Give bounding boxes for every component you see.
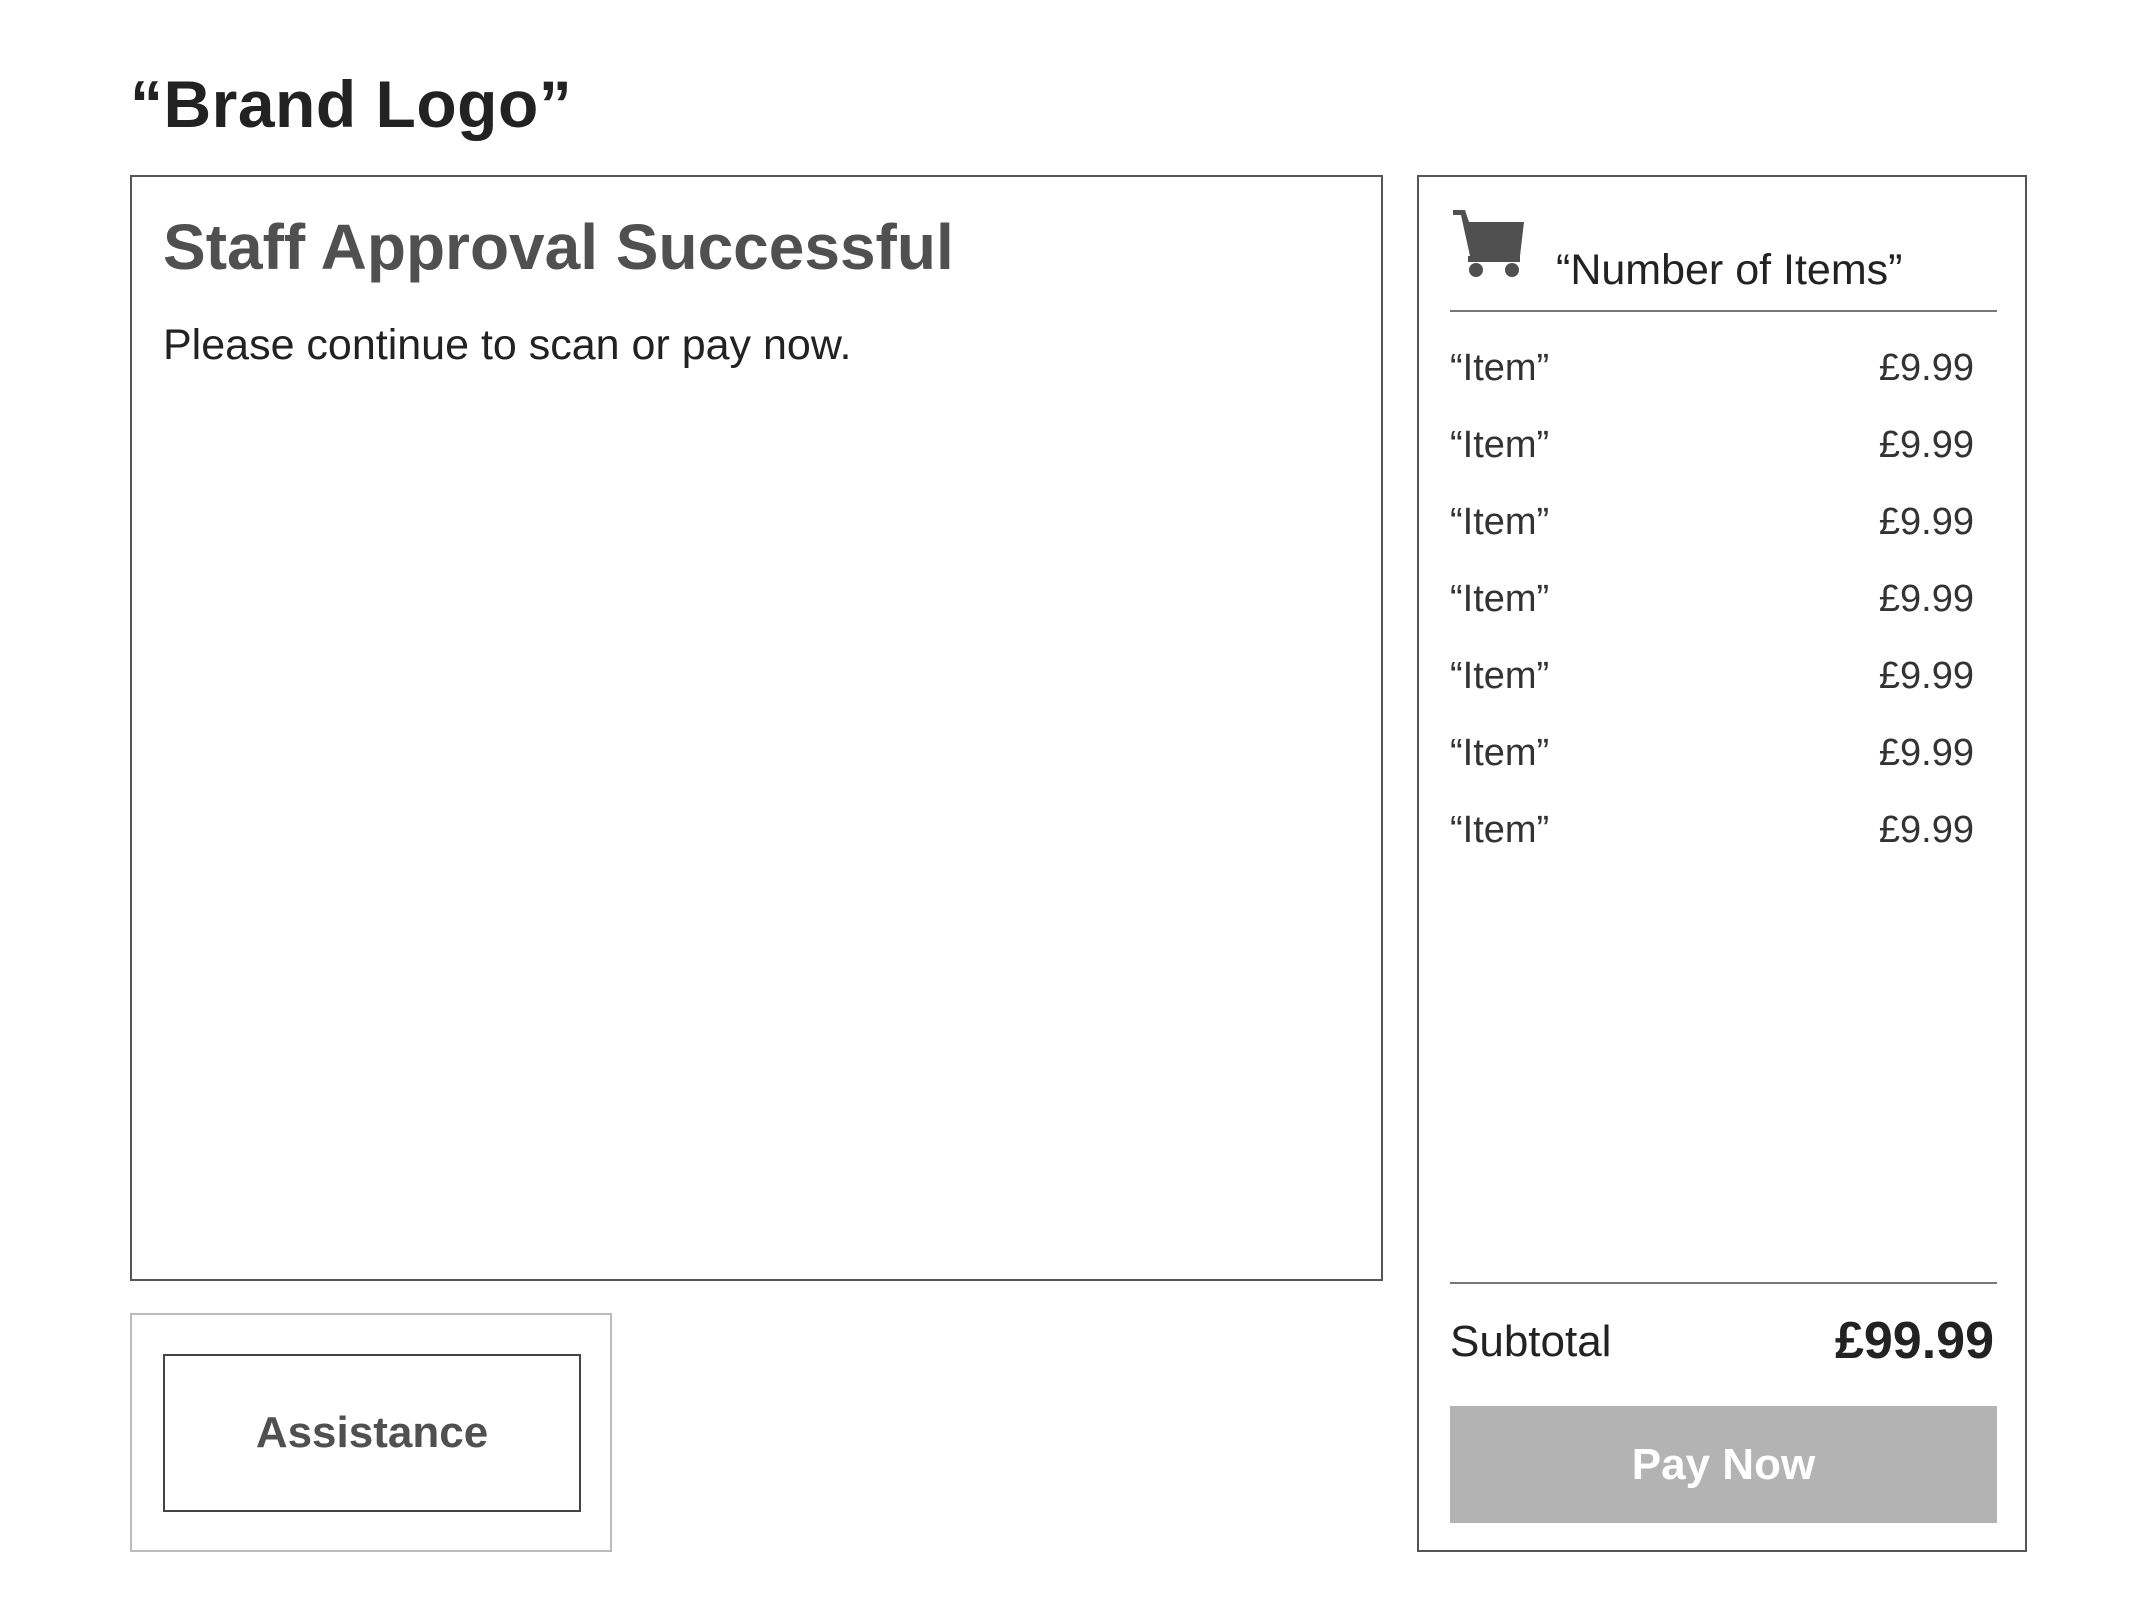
list-item: “Item” £9.99 [1450,501,1974,578]
self-checkout-screen: “Brand Logo” Staff Approval Successful P… [0,0,2133,1600]
item-name: “Item” [1450,655,1550,697]
item-price: £9.99 [1878,809,1974,851]
subtotal-value: £99.99 [1834,1312,1994,1370]
item-count-label: “Number of Items” [1556,246,1903,294]
item-name: “Item” [1450,347,1550,389]
assistance-button[interactable]: Assistance [163,1354,581,1512]
list-item: “Item” £9.99 [1450,732,1974,809]
item-name: “Item” [1450,424,1550,466]
pay-now-button[interactable]: Pay Now [1450,1406,1997,1523]
item-price: £9.99 [1878,578,1974,620]
instruction-text: Please continue to scan or pay now. [163,321,852,369]
shopping-cart-icon [1453,210,1524,277]
item-name: “Item” [1450,732,1550,774]
page-title: Staff Approval Successful [163,211,954,283]
item-price: £9.99 [1878,732,1974,774]
item-name: “Item” [1450,501,1550,543]
subtotal-label: Subtotal [1450,1317,1612,1366]
list-item: “Item” £9.99 [1450,809,1974,886]
item-name: “Item” [1450,578,1550,620]
assistance-panel: Assistance [130,1313,612,1552]
item-price: £9.99 [1878,501,1974,543]
main-message-panel: Staff Approval Successful Please continu… [130,175,1383,1281]
list-item: “Item” £9.99 [1450,424,1974,501]
item-price: £9.99 [1878,347,1974,389]
item-price: £9.99 [1878,655,1974,697]
brand-logo: “Brand Logo” [130,67,573,141]
list-item: “Item” £9.99 [1450,578,1974,655]
cart-panel: “Number of Items” “Item” £9.99 “Item” £9… [1417,175,2027,1552]
item-name: “Item” [1450,809,1550,851]
item-price: £9.99 [1878,424,1974,466]
list-item: “Item” £9.99 [1450,347,1974,424]
list-item: “Item” £9.99 [1450,655,1974,732]
cart-item-list: “Item” £9.99 “Item” £9.99 “Item” £9.99 “… [1450,347,1974,886]
cart-divider [1450,1282,1997,1284]
cart-header: “Number of Items” [1450,206,1997,312]
